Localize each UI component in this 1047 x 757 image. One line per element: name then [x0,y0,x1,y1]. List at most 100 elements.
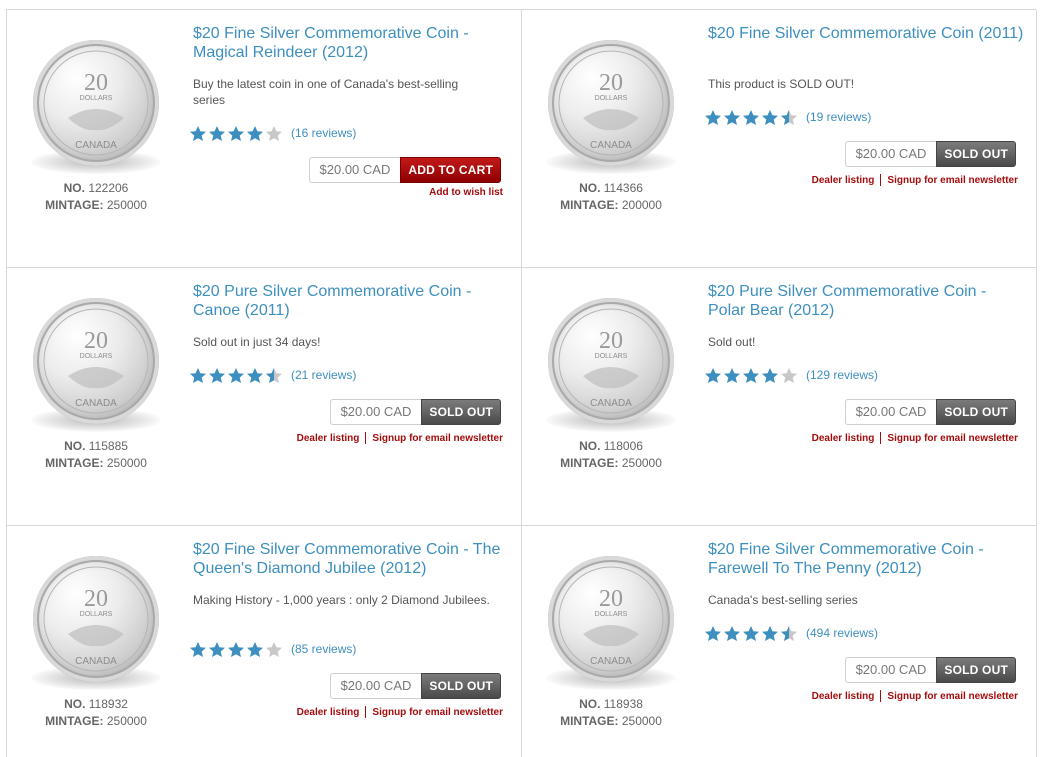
link-separator [880,690,882,702]
rating-star-icon [724,367,740,383]
rating-star-icon [266,641,282,657]
reviews-link[interactable]: (16 reviews) [291,126,356,140]
rating-star-icon [190,641,206,657]
sold-out-button: SOLD OUT [936,399,1016,425]
coin-image[interactable]: 20 DOLLARS CANADA [536,32,686,182]
product-title-link[interactable]: $20 Fine Silver Commemorative Coin (2011… [708,24,1028,43]
price-row: $20.00 CAD SOLD OUT [844,399,1016,425]
sold-out-button: SOLD OUT [421,399,501,425]
maple-leaf-coin-icon: 20 DOLLARS CANADA [548,40,674,166]
svg-text:CANADA: CANADA [590,398,632,409]
email-newsletter-link[interactable]: Signup for email newsletter [887,433,1018,444]
svg-text:CANADA: CANADA [75,656,117,667]
product-description: Canada's best-selling series [708,593,858,607]
dealer-signup-links: Dealer listing Signup for email newslett… [297,706,503,718]
rating-star-icon [228,125,244,141]
dealer-signup-links: Dealer listing Signup for email newslett… [812,432,1018,444]
reviews-link[interactable]: (129 reviews) [806,368,878,382]
item-number: NO. 122206 [63,181,129,195]
svg-text:DOLLARS: DOLLARS [595,353,628,360]
canoe-coin-icon: 20 DOLLARS CANADA [33,298,159,424]
rating-star-icon [247,125,263,141]
product-description: Making History - 1,000 years : only 2 Di… [193,593,490,607]
reviews-link[interactable]: (21 reviews) [291,368,356,382]
svg-text:DOLLARS: DOLLARS [80,611,113,618]
price-display: $20.00 CAD [308,157,401,183]
price-display: $20.00 CAD [844,141,937,167]
reindeer-coin-icon: 20 DOLLARS CANADA [33,40,159,166]
add-to-cart-button[interactable]: ADD TO CART [400,157,501,183]
dealer-signup-links: Dealer listing Signup for email newslett… [812,174,1018,186]
product-card: 20 DOLLARS CANADA NO. 118932 MINTAGE: 25… [7,526,522,757]
rating-star-icon [781,367,797,383]
price-display: $20.00 CAD [844,657,937,683]
reviews-link[interactable]: (19 reviews) [806,110,871,124]
link-separator [880,174,882,186]
dealer-listing-link[interactable]: Dealer listing [812,433,875,444]
link-separator [365,432,367,444]
star-rating[interactable]: (16 reviews) [189,124,356,142]
product-title-link[interactable]: $20 Fine Silver Commemorative Coin - Far… [708,540,1028,578]
product-description: This product is SOLD OUT! [708,77,855,91]
product-description: Sold out in just 34 days! [193,335,321,349]
rating-star-icon [724,625,740,641]
link-separator [365,706,367,718]
coin-meta: NO. 114366 MINTAGE: 200000 [536,180,686,214]
product-title-link[interactable]: $20 Pure Silver Commemorative Coin - Can… [193,282,513,320]
star-rating[interactable]: (85 reviews) [189,640,356,658]
mintage: MINTAGE: 250000 [45,198,147,212]
star-rating[interactable]: (19 reviews) [704,108,871,126]
svg-text:CANADA: CANADA [590,656,632,667]
product-title-link[interactable]: $20 Pure Silver Commemorative Coin - Pol… [708,282,1028,320]
dealer-listing-link[interactable]: Dealer listing [812,691,875,702]
email-newsletter-link[interactable]: Signup for email newsletter [887,175,1018,186]
product-card: 20 DOLLARS CANADA NO. 118938 MINTAGE: 25… [522,526,1037,757]
price-row: $20.00 CAD SOLD OUT [844,141,1016,167]
product-card: 20 DOLLARS CANADA NO. 114366 MINTAGE: 20… [522,10,1037,268]
rating-star-icon [190,367,206,383]
coin-image[interactable]: 20 DOLLARS CANADA [536,290,686,440]
coin-meta: NO. 118938 MINTAGE: 250000 [536,696,686,730]
svg-text:DOLLARS: DOLLARS [80,95,113,102]
email-newsletter-link[interactable]: Signup for email newsletter [372,433,503,444]
coin-image[interactable]: 20 DOLLARS CANADA [21,32,171,182]
email-newsletter-link[interactable]: Signup for email newsletter [372,707,503,718]
rating-star-icon [266,125,282,141]
product-card: 20 DOLLARS CANADA NO. 115885 MINTAGE: 25… [7,268,522,526]
item-number: NO. 118932 [64,697,128,711]
coin-image[interactable]: 20 DOLLARS CANADA [21,290,171,440]
product-title-link[interactable]: $20 Fine Silver Commemorative Coin - The… [193,540,513,578]
coin-image[interactable]: 20 DOLLARS CANADA [536,548,686,698]
coin-image[interactable]: 20 DOLLARS CANADA [21,548,171,698]
price-row: $20.00 CAD SOLD OUT [844,657,1016,683]
email-newsletter-link[interactable]: Signup for email newsletter [887,691,1018,702]
sold-out-button: SOLD OUT [936,141,1016,167]
mintage: MINTAGE: 250000 [560,456,662,470]
rating-star-icon [209,125,225,141]
dealer-signup-links: Dealer listing Signup for email newslett… [812,690,1018,702]
star-rating[interactable]: (21 reviews) [189,366,356,384]
dealer-listing-link[interactable]: Dealer listing [812,175,875,186]
product-title-link[interactable]: $20 Fine Silver Commemorative Coin - Mag… [193,24,513,62]
coin-meta: NO. 118006 MINTAGE: 250000 [536,438,686,472]
svg-text:20: 20 [599,328,623,354]
coin-meta: NO. 115885 MINTAGE: 250000 [21,438,171,472]
reviews-link[interactable]: (494 reviews) [806,626,878,640]
rating-star-icon [705,625,721,641]
star-rating[interactable]: (494 reviews) [704,624,878,642]
coin-meta: NO. 118932 MINTAGE: 250000 [21,696,171,730]
svg-text:20: 20 [84,586,108,612]
dealer-listing-link[interactable]: Dealer listing [297,433,360,444]
rating-star-icon [209,641,225,657]
sold-out-button: SOLD OUT [936,657,1016,683]
reviews-link[interactable]: (85 reviews) [291,642,356,656]
mintage: MINTAGE: 250000 [45,714,147,728]
add-to-wish-list-link[interactable]: Add to wish list [429,187,503,198]
rating-star-icon [743,109,759,125]
rating-star-icon [190,125,206,141]
dealer-listing-link[interactable]: Dealer listing [297,707,360,718]
svg-text:DOLLARS: DOLLARS [595,611,628,618]
star-rating[interactable]: (129 reviews) [704,366,878,384]
price-display: $20.00 CAD [329,399,422,425]
dealer-signup-links: Dealer listing Signup for email newslett… [297,432,503,444]
